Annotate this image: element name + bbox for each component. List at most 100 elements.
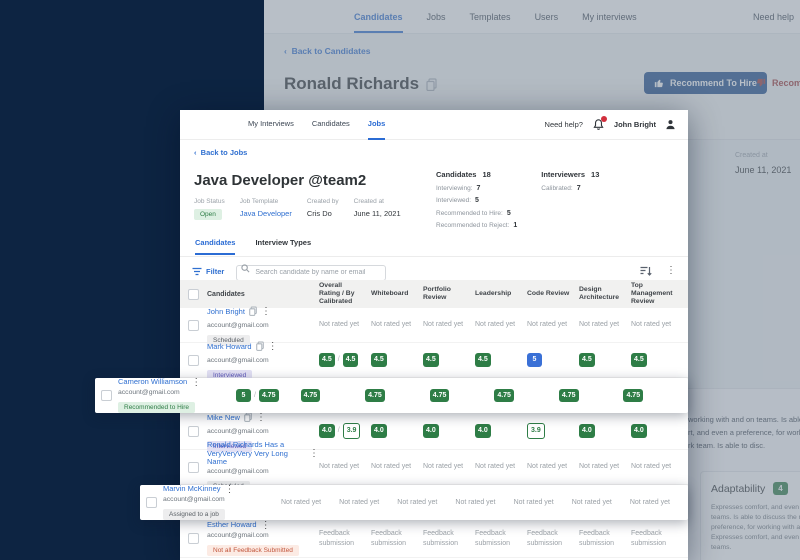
rating-badge: 4.5 — [579, 353, 595, 366]
row-menu-icon[interactable]: ⋮ — [261, 307, 271, 317]
need-help-link[interactable]: Need help? — [545, 120, 583, 129]
rating-cell: 4.75 — [365, 389, 430, 402]
row-checkbox[interactable] — [188, 426, 199, 437]
rating-cell: Not rated yet — [319, 320, 371, 329]
row-menu-icon[interactable]: ⋮ — [268, 342, 278, 352]
stat-row: Recommended to Reject:1 — [436, 222, 517, 229]
row-menu-icon[interactable]: ⋮ — [309, 449, 319, 459]
table-menu-icon[interactable]: ⋮ — [666, 266, 676, 276]
row-checkbox[interactable] — [188, 462, 199, 473]
candidate-email: account@gmail.com — [118, 389, 236, 396]
rating-cell: 4.5 — [631, 353, 683, 366]
candidate-row[interactable]: Esther Howard⋮account@gmail.comNot all F… — [180, 520, 688, 558]
row-checkbox[interactable] — [188, 320, 199, 331]
rating-cell: Not rated yet — [423, 320, 475, 329]
back-to-jobs-link[interactable]: ‹ Back to Jobs — [194, 148, 247, 157]
candidate-name-link[interactable]: John Bright — [207, 308, 245, 317]
rating-cell: Not rated yet — [475, 462, 527, 471]
notification-badge — [601, 116, 607, 122]
rating-badge: 4.75 — [623, 389, 643, 402]
rating-cell: Not rated yet — [527, 320, 579, 329]
job-template-link[interactable]: Java Developer — [240, 209, 292, 218]
meta-label: Created at — [354, 198, 401, 205]
stat-value: 5 — [507, 210, 511, 217]
user-avatar-icon[interactable] — [665, 119, 676, 130]
candidate-email: account@gmail.com — [207, 468, 319, 475]
rating-cell: 4.5 — [371, 353, 423, 366]
tab-jobs[interactable]: Jobs — [368, 110, 386, 140]
rating-badge: 4.0 — [319, 424, 335, 437]
row-checkbox[interactable] — [146, 497, 157, 508]
rating-cell: Not rated yet — [572, 498, 630, 507]
candidate-name-link[interactable]: Mark Howard — [207, 343, 252, 352]
modal-nav: My Interviews Candidates Jobs Need help? J… — [180, 110, 688, 140]
rating-cell: Not rated yet — [339, 498, 397, 507]
meta-label: Job Template — [240, 198, 292, 205]
job-details-window: My Interviews Candidates Jobs Need help? J… — [180, 110, 688, 560]
column-header-portfolio-review: Portfolio Review — [423, 286, 475, 302]
rating-cell: Feedback submission — [475, 529, 527, 547]
row-menu-icon[interactable]: ⋮ — [261, 521, 271, 531]
rating-cell: Not rated yet — [527, 462, 579, 471]
rating-cell: 4.0 — [423, 424, 475, 437]
rating-cell: Not rated yet — [630, 498, 688, 507]
row-menu-icon[interactable]: ⋮ — [225, 485, 235, 495]
row-menu-icon[interactable]: ⋮ — [191, 378, 201, 388]
rating-cell: 4.75 — [623, 389, 688, 402]
candidates-table: John Bright⋮account@gmail.comScheduledNo… — [180, 308, 688, 558]
job-meta-created-at: Created atJune 11, 2021 — [354, 198, 401, 220]
stats-count: 13 — [591, 170, 599, 179]
sort-descending-icon[interactable] — [640, 266, 652, 277]
user-name[interactable]: John Bright — [614, 120, 656, 129]
candidate-name-link[interactable]: Marvin McKinney — [163, 485, 221, 494]
candidate-row[interactable]: Ronald Richards Has a VeryVeryVery Very … — [180, 450, 688, 485]
notifications-bell-icon[interactable] — [592, 118, 605, 131]
column-header-design-architecture: Design Architecture — [579, 286, 631, 302]
tab-my-interviews[interactable]: My Interviews — [248, 110, 294, 140]
screen: CandidatesJobsTemplatesUsersMy interview… — [0, 0, 800, 560]
search-input[interactable] — [236, 265, 386, 281]
row-checkbox[interactable] — [101, 390, 112, 401]
tab-candidates[interactable]: Candidates — [312, 110, 350, 140]
candidate-row[interactable]: Marvin McKinney⋮account@gmail.comAssigne… — [140, 485, 688, 520]
stats-title: Candidates18 — [436, 170, 517, 179]
copy-icon[interactable] — [249, 303, 257, 321]
filter-button[interactable]: Filter — [192, 267, 224, 276]
rating-cell: Feedback submission — [371, 529, 423, 547]
row-checkbox[interactable] — [188, 533, 199, 544]
candidate-status-badge: Not all Feedback Submitted — [207, 545, 299, 556]
stats-count: 18 — [482, 170, 490, 179]
candidate-email: account@gmail.com — [207, 357, 319, 364]
copy-icon[interactable] — [256, 338, 264, 356]
filter-icon — [192, 267, 202, 276]
job-meta-job-status: Job StatusOpen — [194, 198, 225, 220]
rating-badge: 4.75 — [494, 389, 514, 402]
select-all-checkbox[interactable] — [188, 289, 199, 300]
candidate-email: account@gmail.com — [163, 496, 281, 503]
stats-group-interviewers: Interviewers13Calibrated:7 — [541, 170, 599, 229]
rating-cell: 4.0 — [475, 424, 527, 437]
candidate-row[interactable]: Mark Howard⋮account@gmail.comInterviewed… — [180, 343, 688, 378]
meta-label: Job Status — [194, 198, 225, 205]
tabs-divider — [180, 256, 688, 257]
tab-interview-types[interactable]: Interview Types — [255, 238, 311, 255]
rating-cell: Feedback submission — [319, 529, 371, 547]
candidate-row[interactable]: Cameron Williamson ⋮account@gmail.com Reco… — [95, 378, 688, 413]
rating-badge: 4.0 — [475, 424, 491, 437]
row-menu-icon[interactable]: ⋮ — [256, 413, 266, 423]
candidate-status-badge: Recommended to Hire — [118, 402, 195, 413]
rating-badge: 3.9 — [343, 423, 361, 438]
rating-cell: 4.5/4.5 — [319, 353, 371, 366]
rating-cell: Not rated yet — [579, 320, 631, 329]
tab-candidates[interactable]: Candidates — [195, 238, 235, 255]
candidate-name-link[interactable]: Mike New — [207, 414, 240, 423]
rating-badge: 4.5 — [631, 353, 647, 366]
rating-badge: 4.0 — [579, 424, 595, 437]
candidate-name-link[interactable]: Esther Howard — [207, 521, 257, 530]
rating-badge: 4.5 — [343, 353, 359, 366]
rating-cell: 3.9 — [527, 423, 579, 438]
candidate-name-link[interactable]: Cameron Williamson — [118, 378, 187, 387]
row-checkbox[interactable] — [188, 355, 199, 366]
column-header-whiteboard: Whiteboard — [371, 290, 423, 298]
candidate-name-link[interactable]: Ronald Richards Has a VeryVeryVery Very … — [207, 441, 305, 467]
